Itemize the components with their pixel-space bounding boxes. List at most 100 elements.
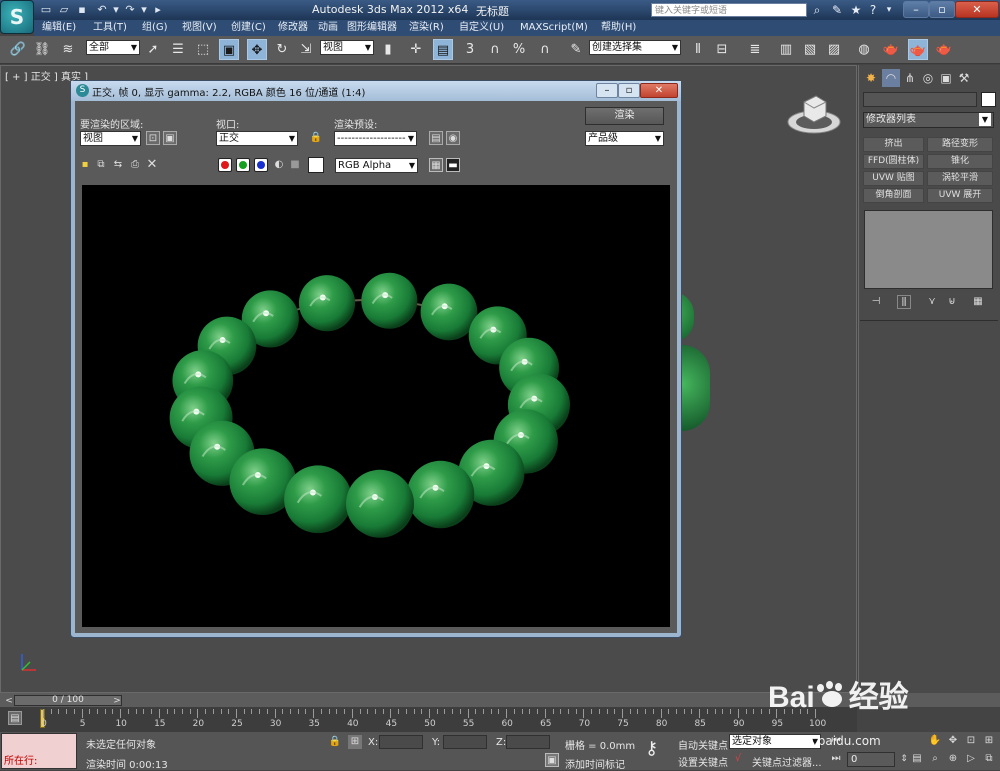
zoom-extents-icon[interactable]: ⊡ xyxy=(964,734,978,748)
open-file-icon[interactable]: ▱ xyxy=(56,3,72,17)
display-alpha-icon[interactable]: ◐ xyxy=(272,158,286,172)
zoom-all-icon[interactable]: ⊕ xyxy=(946,752,960,766)
mirror-icon[interactable]: ⫴ xyxy=(688,39,708,60)
maximize-button[interactable]: ▫ xyxy=(929,1,955,18)
spinner-snap-icon[interactable]: ∩ xyxy=(535,39,555,60)
curve-editor-icon[interactable]: ▧ xyxy=(800,39,820,60)
absolute-mode-icon[interactable]: ⊞ xyxy=(348,735,362,749)
snaps-toggle-icon[interactable]: 3 xyxy=(460,39,480,60)
rectangle-selection-icon[interactable]: ⬚ xyxy=(193,39,213,60)
add-time-tag-icon[interactable]: ▣ xyxy=(545,753,559,767)
select-and-manipulate-icon[interactable]: ✛ xyxy=(406,39,426,60)
graphite-ribbon-icon[interactable]: ▥ xyxy=(776,39,796,60)
make-unique-icon[interactable]: ⋎ xyxy=(925,295,939,309)
clear-image-icon[interactable]: ✕ xyxy=(145,158,159,172)
unwrap-uvw-modifier-button[interactable]: UVW 展开 xyxy=(927,188,993,203)
render-window-close-button[interactable]: ✕ xyxy=(640,83,678,98)
blue-channel-toggle[interactable] xyxy=(254,158,268,172)
bind-space-warp-icon[interactable]: ≋ xyxy=(58,39,78,60)
add-time-tag[interactable]: 添加时间标记 xyxy=(565,756,625,771)
area-to-render-dropdown[interactable]: 视图 ▼ xyxy=(80,131,141,146)
lock-viewport-icon[interactable]: 🔒 xyxy=(309,131,323,145)
monochrome-icon[interactable]: ■ xyxy=(288,158,302,172)
auto-region-icon[interactable]: ▣ xyxy=(163,131,177,145)
project-folder-icon[interactable]: ▸ xyxy=(150,3,166,17)
named-selection-sets-dropdown[interactable]: 创建选择集 ▼ xyxy=(589,40,681,55)
swatch-color[interactable] xyxy=(308,157,324,173)
print-image-icon[interactable]: ⎙ xyxy=(128,158,142,172)
render-production-icon[interactable]: 🫖 xyxy=(934,39,954,60)
clone-window-icon[interactable]: ⧉ xyxy=(94,158,108,172)
render-window-minimize-button[interactable]: – xyxy=(596,83,618,98)
selection-filter-dropdown[interactable]: 全部 ▼ xyxy=(86,40,140,55)
show-end-result-icon[interactable]: ⫼ xyxy=(897,295,911,309)
extrude-modifier-button[interactable]: 挤出 xyxy=(863,137,924,152)
time-slider-handle[interactable]: 0 / 100 xyxy=(14,695,122,706)
render-preset-dropdown[interactable]: ------------------- ▼ xyxy=(334,131,417,146)
communication-center-icon[interactable]: ✎ xyxy=(829,2,845,18)
menu-customize[interactable]: 自定义(U) xyxy=(459,20,504,36)
help-search-input[interactable]: 键入关键字或短语 xyxy=(651,3,807,17)
select-object-icon[interactable]: ➚ xyxy=(143,39,163,60)
render-setup-icon[interactable]: 🫖 xyxy=(881,39,901,60)
save-image-icon[interactable]: ▪ xyxy=(78,158,92,172)
environment-effects-icon[interactable]: ◉ xyxy=(446,131,460,145)
select-by-name-icon[interactable]: ☰ xyxy=(168,39,188,60)
y-coordinate-field[interactable] xyxy=(443,735,487,749)
menu-graph-editors[interactable]: 图形编辑器 xyxy=(347,20,397,36)
frame-spinner-icon[interactable]: ⇕ xyxy=(897,752,911,766)
new-file-icon[interactable]: ▭ xyxy=(38,3,54,17)
modify-tab-icon[interactable]: ◠ xyxy=(882,69,900,87)
create-tab-icon[interactable]: ✸ xyxy=(862,69,880,87)
menu-rendering[interactable]: 渲染(R) xyxy=(409,20,444,36)
pin-stack-icon[interactable]: ⊣ xyxy=(869,295,883,309)
toggle-ui-overlays-icon[interactable]: ▦ xyxy=(429,158,443,172)
select-and-scale-icon[interactable]: ⇲ xyxy=(296,39,316,60)
modifier-stack[interactable] xyxy=(864,210,993,289)
pivot-center-icon[interactable]: ▮ xyxy=(378,39,398,60)
help-dropdown-icon[interactable]: ▾ xyxy=(881,2,897,18)
object-name-field[interactable] xyxy=(863,92,977,107)
set-key-button[interactable]: 设置关键点 xyxy=(678,754,728,769)
configure-modifier-sets-icon[interactable]: ▦ xyxy=(971,295,985,309)
orbit-icon[interactable]: ✥ xyxy=(946,734,960,748)
set-key-icon[interactable]: ⚷ xyxy=(645,740,671,758)
key-filters-button[interactable]: 关键点过滤器... xyxy=(752,754,822,769)
minimize-button[interactable]: – xyxy=(903,1,929,18)
pan-view-icon[interactable]: ✋ xyxy=(928,734,942,748)
bevel-profile-modifier-button[interactable]: 倒角剖面 xyxy=(863,188,924,203)
percent-snap-icon[interactable]: % xyxy=(509,39,529,60)
time-configuration-icon[interactable]: ▤ xyxy=(910,752,924,766)
help-icon[interactable]: ? xyxy=(865,2,881,18)
utilities-tab-icon[interactable]: ⚒ xyxy=(955,69,973,87)
menu-edit[interactable]: 编辑(E) xyxy=(42,20,76,36)
menu-maxscript[interactable]: MAXScript(M) xyxy=(520,20,588,36)
edit-named-selection-icon[interactable]: ✎ xyxy=(566,39,586,60)
layer-manager-icon[interactable]: ≣ xyxy=(745,39,765,60)
green-channel-toggle[interactable] xyxy=(236,158,250,172)
app-logo-button[interactable]: S xyxy=(0,0,34,34)
select-and-move-icon[interactable]: ✥ xyxy=(247,39,267,60)
render-window-maximize-button[interactable]: ▫ xyxy=(618,83,640,98)
turbosmooth-modifier-button[interactable]: 涡轮平滑 xyxy=(927,171,993,186)
key-mode-toggle-icon[interactable]: ⏭ xyxy=(829,752,843,766)
remove-modifier-icon[interactable]: ⊌ xyxy=(945,295,959,309)
maximize-viewport-icon[interactable]: ⧉ xyxy=(982,752,996,766)
schematic-view-icon[interactable]: ▨ xyxy=(824,39,844,60)
object-color-swatch[interactable] xyxy=(981,92,996,107)
display-tab-icon[interactable]: ▣ xyxy=(937,69,955,87)
uvw-map-modifier-button[interactable]: UVW 贴图 xyxy=(863,171,924,186)
save-file-icon[interactable]: ▪ xyxy=(74,3,90,17)
favorites-icon[interactable]: ★ xyxy=(848,2,864,18)
path-deform-modifier-button[interactable]: 路径变形 xyxy=(927,137,993,152)
rendered-frame-window-icon[interactable]: 🫖 xyxy=(908,39,928,60)
channel-display-dropdown[interactable]: RGB Alpha ▼ xyxy=(335,158,418,173)
modifier-list-dropdown[interactable]: 修改器列表 ▼ xyxy=(863,112,994,128)
reference-coordinate-dropdown[interactable]: 视图 ▼ xyxy=(320,40,374,55)
search-icon[interactable]: ⌕ xyxy=(809,2,825,18)
current-frame-field[interactable]: 0 xyxy=(847,752,895,767)
motion-tab-icon[interactable]: ◎ xyxy=(919,69,937,87)
edit-region-icon[interactable]: ⊡ xyxy=(146,131,160,145)
auto-key-button[interactable]: 自动关键点 xyxy=(678,737,728,752)
menu-help[interactable]: 帮助(H) xyxy=(601,20,636,36)
